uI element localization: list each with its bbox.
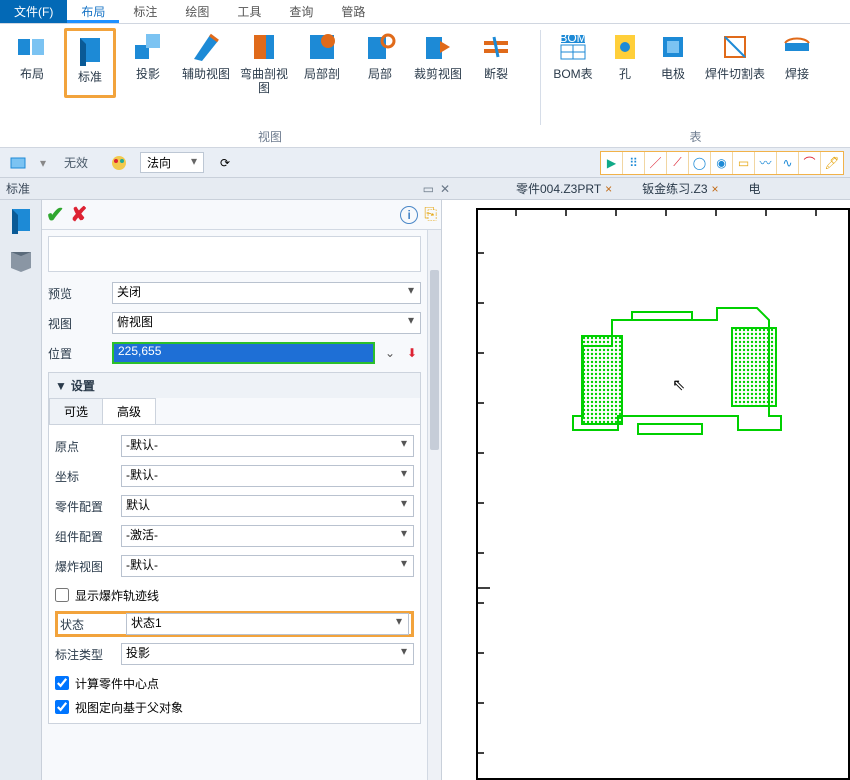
panel-close-icon[interactable]: ✕ bbox=[440, 182, 450, 196]
preview-label: 预览 bbox=[48, 285, 112, 302]
cursor-icon: ⇖ bbox=[672, 375, 685, 395]
leftcol-book-icon[interactable] bbox=[7, 246, 35, 274]
partcfg-label: 零件配置 bbox=[55, 498, 121, 515]
explode-select[interactable]: -默认- bbox=[121, 555, 414, 577]
info-icon[interactable]: i bbox=[400, 206, 418, 224]
tb-invalid[interactable]: 无效 bbox=[54, 154, 98, 171]
tb-palette-icon[interactable] bbox=[106, 152, 132, 174]
doc-tab-2[interactable]: 钣金练习.Z3× bbox=[642, 180, 718, 197]
close-icon[interactable]: × bbox=[605, 182, 612, 196]
subtab-optional[interactable]: 可选 bbox=[49, 398, 103, 424]
doc-tab-3[interactable]: 电 bbox=[749, 180, 761, 197]
ok-button[interactable]: ✔ bbox=[46, 202, 64, 228]
ribbon-layout[interactable]: 布局 bbox=[6, 28, 58, 98]
asmcfg-select[interactable]: -激活- bbox=[121, 525, 414, 547]
ribbon-group-table-label: 表 bbox=[541, 128, 850, 145]
show-explode-check[interactable]: 显示爆炸轨迹线 bbox=[55, 583, 414, 607]
cancel-button[interactable]: ✘ bbox=[70, 202, 87, 227]
close-icon[interactable]: × bbox=[712, 182, 719, 196]
position-label: 位置 bbox=[48, 345, 112, 362]
ts-circle1-icon[interactable]: ◯ bbox=[689, 152, 711, 174]
asmcfg-label: 组件配置 bbox=[55, 528, 121, 545]
state-select[interactable]: 状态1 bbox=[126, 613, 409, 635]
document-tabs: 零件004.Z3PRT× 钣金练习.Z3× 电 bbox=[456, 178, 850, 200]
ts-rect-icon[interactable]: ▭ bbox=[733, 152, 755, 174]
tb-config-icon[interactable] bbox=[6, 152, 32, 174]
selection-toolstrip: ▶ ⠿ ／ ⟋ ◯ ◉ ▭ 〰 ∿ ⌒ 🖊 bbox=[600, 151, 844, 175]
toolbar-secondary: ▾ 无效 法向 ⟳ ▶ ⠿ ／ ⟋ ◯ ◉ ▭ 〰 ∿ ⌒ 🖊 bbox=[0, 148, 850, 178]
partcfg-select[interactable]: 默认 bbox=[121, 495, 414, 517]
left-icon-column bbox=[0, 200, 42, 780]
ts-slash-icon[interactable]: 🖊 bbox=[821, 152, 843, 174]
menu-tab-layout[interactable]: 布局 bbox=[67, 0, 119, 23]
panel-scrollbar[interactable] bbox=[427, 230, 441, 780]
state-label: 状态 bbox=[60, 616, 126, 633]
view-label: 视图 bbox=[48, 315, 112, 332]
menu-tab-query[interactable]: 查询 bbox=[275, 0, 327, 23]
panel-title: 标准 bbox=[6, 180, 30, 197]
ribbon-localsection[interactable]: 局部剖 bbox=[296, 28, 348, 98]
settings-section: ▼ 设置 可选 高级 原点-默认- 坐标-默认- 零件配置默认 组件配置-激活-… bbox=[48, 372, 421, 724]
prop-header: ✔ ✘ i ⎘ bbox=[42, 200, 441, 230]
pick-point-icon[interactable]: ⬇ bbox=[403, 344, 421, 362]
ribbon-bom[interactable]: BOMBOM表 bbox=[547, 28, 599, 84]
ribbon-break[interactable]: 断裂 bbox=[470, 28, 522, 98]
ribbon-group-view-label: 视图 bbox=[0, 128, 540, 145]
ribbon-local[interactable]: 局部 bbox=[354, 28, 406, 98]
file-menu[interactable]: 文件(F) bbox=[0, 0, 67, 23]
menu-tab-tools[interactable]: 工具 bbox=[223, 0, 275, 23]
ribbon-standard[interactable]: 标准 bbox=[64, 28, 116, 98]
ts-circle2-icon[interactable]: ◉ bbox=[711, 152, 733, 174]
panel-min-icon[interactable]: ▭ bbox=[423, 182, 434, 196]
ts-line1-icon[interactable]: ／ bbox=[645, 152, 667, 174]
workspace: ✔ ✘ i ⎘ 预览 关闭 视图 俯视图 位置 225,655 ⌄ ⬇ bbox=[0, 200, 850, 780]
dropdown-icon[interactable]: ⌄ bbox=[381, 344, 399, 362]
ribbon: 布局 标准 投影 辅助视图 弯曲剖视图 局部剖 局部 裁剪视图 断裂 视图 BO… bbox=[0, 24, 850, 148]
doc-tab-1[interactable]: 零件004.Z3PRT× bbox=[516, 180, 612, 197]
ts-arc-icon[interactable]: ⌒ bbox=[799, 152, 821, 174]
origin-label: 原点 bbox=[55, 438, 121, 455]
origin-select[interactable]: -默认- bbox=[121, 435, 414, 457]
ts-play-icon[interactable]: ▶ bbox=[601, 152, 623, 174]
property-panel: ✔ ✘ i ⎘ 预览 关闭 视图 俯视图 位置 225,655 ⌄ ⬇ bbox=[42, 200, 442, 780]
view-select[interactable]: 俯视图 bbox=[112, 312, 421, 334]
leftcol-doc-icon[interactable] bbox=[7, 206, 35, 234]
tb-normal-select[interactable]: 法向 bbox=[140, 152, 204, 173]
ribbon-weld[interactable]: 焊接 bbox=[775, 28, 819, 84]
calc-center-check[interactable]: 计算零件中心点 bbox=[55, 671, 414, 695]
panel-title-bar: 标准 ▭ ✕ bbox=[0, 178, 456, 200]
ts-wave2-icon[interactable]: ∿ bbox=[777, 152, 799, 174]
coord-label: 坐标 bbox=[55, 468, 121, 485]
ribbon-projection[interactable]: 投影 bbox=[122, 28, 174, 98]
view-orient-check[interactable]: 视图定向基于父对象 bbox=[55, 695, 414, 719]
menu-bar: 文件(F) 布局 标注 绘图 工具 查询 管路 bbox=[0, 0, 850, 24]
preview-box bbox=[48, 236, 421, 272]
ts-wave-icon[interactable]: 〰 bbox=[755, 152, 777, 174]
expand-icon[interactable]: ⎘ bbox=[424, 206, 437, 224]
svg-text:BOM: BOM bbox=[559, 31, 586, 45]
ribbon-weldcut[interactable]: 焊件切割表 bbox=[701, 28, 769, 84]
annot-select[interactable]: 投影 bbox=[121, 643, 414, 665]
menu-tab-annotate[interactable]: 标注 bbox=[119, 0, 171, 23]
ribbon-auxview[interactable]: 辅助视图 bbox=[180, 28, 232, 98]
ribbon-electrode[interactable]: 电极 bbox=[651, 28, 695, 84]
annot-label: 标注类型 bbox=[55, 646, 121, 663]
preview-select[interactable]: 关闭 bbox=[112, 282, 421, 304]
ribbon-hole[interactable]: 孔 bbox=[605, 28, 645, 84]
ribbon-cropview[interactable]: 裁剪视图 bbox=[412, 28, 464, 98]
menu-tab-pipe[interactable]: 管路 bbox=[327, 0, 379, 23]
settings-header[interactable]: ▼ 设置 bbox=[49, 373, 420, 398]
form-area: 预览 关闭 视图 俯视图 位置 225,655 ⌄ ⬇ ▼ 设置 可选 高级 bbox=[42, 230, 427, 780]
ts-points-icon[interactable]: ⠿ bbox=[623, 152, 645, 174]
subtab-advanced[interactable]: 高级 bbox=[102, 398, 156, 424]
coord-select[interactable]: -默认- bbox=[121, 465, 414, 487]
ribbon-bendsection[interactable]: 弯曲剖视图 bbox=[238, 28, 290, 98]
explode-label: 爆炸视图 bbox=[55, 558, 121, 575]
menu-tab-draw[interactable]: 绘图 bbox=[171, 0, 223, 23]
position-input[interactable]: 225,655 bbox=[112, 342, 375, 364]
ts-line2-icon[interactable]: ⟋ bbox=[667, 152, 689, 174]
tb-refresh-icon[interactable]: ⟳ bbox=[212, 152, 238, 174]
drawing-canvas[interactable]: ⇖ bbox=[442, 200, 850, 780]
